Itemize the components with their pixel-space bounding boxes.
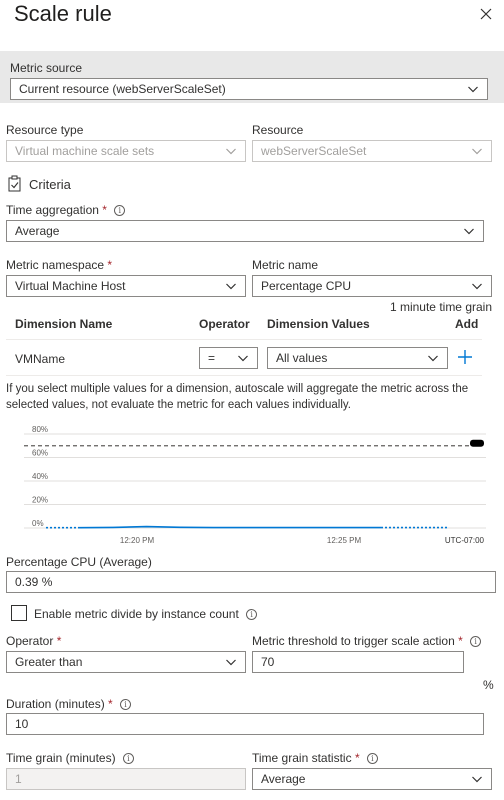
metric-namespace-value: Virtual Machine Host <box>15 279 126 293</box>
divider <box>6 339 482 340</box>
metric-name-dropdown[interactable]: Percentage CPU <box>252 275 492 297</box>
time-grain-statistic-label-text: Time grain statistic <box>252 751 352 765</box>
duration-input[interactable]: 10 <box>6 713 484 735</box>
time-grain-statistic-label: Time grain statistic * i <box>252 751 378 765</box>
required-marker: * <box>56 634 62 648</box>
chevron-down-icon <box>225 280 237 292</box>
add-header: Add <box>455 317 479 331</box>
metric-name-value: Percentage CPU <box>261 279 352 293</box>
chevron-down-icon <box>237 352 249 364</box>
dimension-note: If you select multiple values for a dime… <box>6 383 469 411</box>
chart-x-tick-label: 12:20 PM <box>120 536 155 545</box>
info-icon[interactable]: i <box>120 699 132 710</box>
chevron-down-icon <box>463 225 475 237</box>
metric-chart-svg: 80% 60% 40% 20% 0% 12:20 PM 12:25 PM UTC-07:00 <box>24 425 486 545</box>
threshold-unit: % <box>483 678 494 692</box>
metric-namespace-label-text: Metric namespace <box>6 258 105 272</box>
duration-label-text: Duration (minutes) <box>6 697 105 711</box>
time-grain-statistic-dropdown[interactable]: Average <box>252 768 492 790</box>
required-marker: * <box>107 258 113 272</box>
threshold-label-text: Metric threshold to trigger scale action <box>252 634 455 648</box>
operator-value: Greater than <box>15 655 83 669</box>
info-icon[interactable]: i <box>246 609 258 620</box>
metric-summary-value: 0.39 % <box>15 575 53 589</box>
info-icon[interactable]: i <box>366 753 378 764</box>
chart-y-tick-label: 0% <box>32 519 44 528</box>
metric-source-value: Current resource (webServerScaleSet) <box>19 82 226 96</box>
operator-dropdown[interactable]: Greater than <box>6 651 246 673</box>
info-icon[interactable]: i <box>122 753 134 764</box>
criteria-heading: Criteria <box>29 177 71 192</box>
duration-value: 10 <box>15 717 29 731</box>
required-marker: * <box>354 751 360 765</box>
threshold-input[interactable]: 70 <box>252 651 464 673</box>
time-aggregation-label-text: Time aggregation <box>6 203 99 217</box>
chevron-down-icon <box>467 83 479 95</box>
chevron-down-icon <box>471 773 483 785</box>
metric-namespace-dropdown[interactable]: Virtual Machine Host <box>6 275 246 297</box>
required-marker: * <box>458 634 463 648</box>
time-grain-note: 1 minute time grain <box>389 300 492 314</box>
metric-source-dropdown[interactable]: Current resource (webServerScaleSet) <box>10 78 488 100</box>
metric-chart: 80% 60% 40% 20% 0% 12:20 PM 12:25 PM UTC-07:00 <box>0 422 504 551</box>
chevron-down-icon <box>471 145 483 157</box>
threshold-value: 70 <box>261 655 275 669</box>
chart-series-line <box>79 525 381 529</box>
time-aggregation-value: Average <box>15 224 60 238</box>
resource-type-dropdown: Virtual machine scale sets <box>6 140 246 162</box>
resource-type-value: Virtual machine scale sets <box>15 144 155 158</box>
clipboard-check-icon <box>7 175 23 192</box>
metric-source-label: Metric source <box>10 61 83 75</box>
resource-dropdown: webServerScaleSet <box>252 140 492 162</box>
required-marker: * <box>108 697 113 711</box>
chart-y-tick-label: 80% <box>32 425 48 434</box>
required-marker: * <box>102 203 107 217</box>
time-grain-value: 1 <box>15 772 22 786</box>
time-grain-label-text: Time grain (minutes) <box>6 751 116 765</box>
divide-checkbox[interactable] <box>11 605 27 621</box>
operator-label-text: Operator <box>6 634 54 648</box>
time-grain-input: 1 <box>6 768 246 790</box>
page-title: Scale rule <box>14 1 112 26</box>
metric-summary-label: Percentage CPU (Average) <box>6 555 152 569</box>
divider <box>6 375 482 376</box>
dimension-name-header: Dimension Name <box>15 317 113 331</box>
dimension-values-value: All values <box>276 351 328 365</box>
dimension-operator-dropdown[interactable]: = <box>199 347 258 369</box>
chevron-down-icon <box>427 352 439 364</box>
duration-label: Duration (minutes) * i <box>6 697 132 711</box>
chart-timezone-label: UTC-07:00 <box>445 536 485 545</box>
chart-y-tick-label: 40% <box>32 472 48 481</box>
operator-label: Operator * <box>6 634 61 648</box>
dimension-name-cell: VMName <box>15 352 66 366</box>
info-icon[interactable]: i <box>114 205 126 216</box>
threshold-label: Metric threshold to trigger scale action… <box>252 634 482 648</box>
resource-value: webServerScaleSet <box>261 144 367 158</box>
resource-label: Resource <box>252 123 304 137</box>
chart-threshold-marker <box>470 439 484 447</box>
resource-type-label: Resource type <box>6 123 84 137</box>
metric-namespace-label: Metric namespace * <box>6 258 112 272</box>
divide-label-text: Enable metric divide by instance count <box>34 607 239 621</box>
chart-x-tick-label: 12:25 PM <box>327 536 362 545</box>
dimension-values-header: Dimension Values <box>267 317 370 331</box>
chevron-down-icon <box>471 280 483 292</box>
time-aggregation-label: Time aggregation * i <box>6 203 126 217</box>
info-icon[interactable]: i <box>470 636 482 647</box>
dimension-operator-value: = <box>208 351 216 365</box>
plus-icon[interactable] <box>457 349 473 365</box>
time-aggregation-dropdown[interactable]: Average <box>6 220 484 242</box>
chart-y-tick-label: 60% <box>32 449 48 458</box>
time-grain-label: Time grain (minutes) i <box>6 751 134 765</box>
operator-header: Operator <box>199 317 250 331</box>
chevron-down-icon <box>225 145 237 157</box>
metric-name-label: Metric name <box>252 258 319 272</box>
metric-summary-field: 0.39 % <box>6 571 496 593</box>
dimension-values-dropdown[interactable]: All values <box>267 347 448 369</box>
time-grain-statistic-value: Average <box>261 772 306 786</box>
chevron-down-icon <box>225 656 237 668</box>
divide-label: Enable metric divide by instance count i <box>34 607 258 621</box>
chart-y-tick-label: 20% <box>32 496 48 505</box>
close-icon[interactable] <box>478 6 494 22</box>
